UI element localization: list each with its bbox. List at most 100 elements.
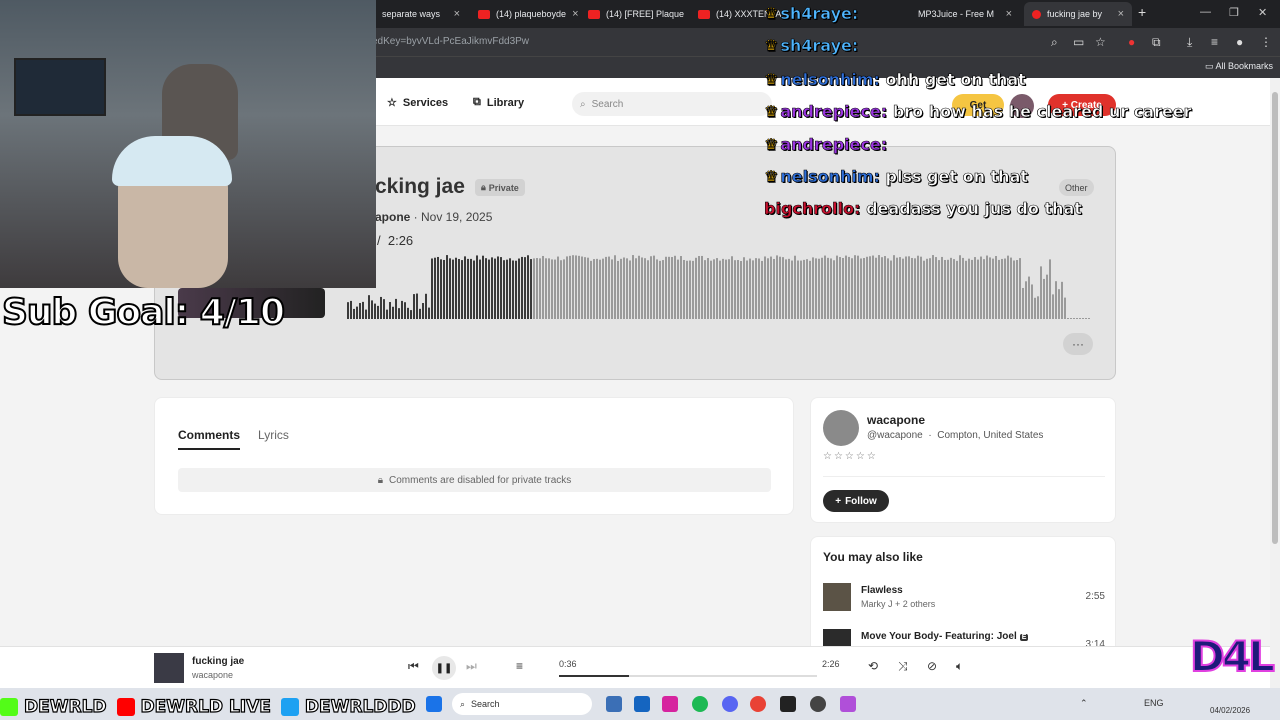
waveform-bar — [452, 259, 454, 319]
beanie — [112, 136, 232, 186]
new-tab-button[interactable]: + — [1138, 4, 1146, 20]
waveform-bar — [668, 256, 670, 319]
player-cover[interactable] — [154, 653, 184, 683]
close-icon[interactable]: × — [1118, 8, 1124, 20]
waveform-bar — [587, 257, 589, 319]
genre-badge[interactable]: Other — [1059, 179, 1094, 196]
tab-fucking-jae[interactable]: fucking jae by × — [1024, 2, 1132, 26]
profile-icon[interactable]: ● — [1236, 35, 1243, 49]
player-artist[interactable]: wacapone — [192, 670, 233, 680]
windows-start-icon[interactable] — [426, 696, 442, 712]
waveform-bar — [377, 305, 379, 319]
tab-comments[interactable]: Comments — [178, 428, 241, 450]
url-text[interactable]: edKey=byvVLd-PcEaJikmvFdd3Pw — [372, 36, 529, 47]
waveform-bar — [446, 255, 448, 319]
waveform-bar — [713, 259, 715, 319]
tray-chevron-icon[interactable]: ⌃ — [1080, 698, 1088, 709]
waveform-bar — [728, 259, 730, 319]
obs-icon[interactable] — [810, 696, 826, 712]
artist-location: Compton, United States — [937, 430, 1044, 441]
tab-plaqueboy[interactable]: (14) plaqueboyde × — [470, 2, 578, 26]
artist-avatar[interactable] — [823, 410, 859, 446]
follow-button[interactable]: + Follow — [823, 490, 889, 512]
repeat-icon[interactable]: ⟲ — [868, 659, 878, 673]
player-title[interactable]: fucking jae — [192, 656, 244, 667]
waveform-bar — [575, 255, 577, 319]
maximize-icon[interactable]: ❐ — [1229, 6, 1239, 19]
cast-icon[interactable]: ⊘ — [927, 659, 937, 673]
pause-button[interactable]: ❚❚ — [432, 656, 456, 680]
waveform-bar — [518, 258, 520, 319]
tab-mp3juice[interactable]: MP3Juice - Free M × — [910, 2, 1020, 26]
extension-record-icon[interactable]: ● — [1128, 35, 1135, 49]
artist-name[interactable]: wacapone — [867, 413, 925, 427]
scroll-thumb[interactable] — [1272, 92, 1278, 544]
close-icon[interactable]: × — [572, 8, 578, 20]
waveform-bar — [1049, 259, 1051, 319]
waveform-bar — [752, 260, 754, 319]
waveform-bar — [986, 255, 988, 319]
app-icon[interactable] — [780, 696, 796, 712]
tab-free-plaque[interactable]: (14) [FREE] Plaque × — [580, 2, 688, 26]
waveform-bar — [968, 258, 970, 319]
previous-icon[interactable]: ⏮ — [408, 659, 419, 674]
waveform-bar — [458, 259, 460, 319]
waveform-bar — [677, 259, 679, 319]
instagram-icon[interactable] — [662, 696, 678, 712]
waveform-bar — [1061, 281, 1063, 319]
volume-icon[interactable]: 🔈︎ — [956, 659, 963, 674]
waveform-bar — [404, 302, 406, 319]
waveform-bar — [824, 255, 826, 319]
list-item[interactable]: Flawless Marky J + 2 others 2:55 — [823, 583, 1105, 613]
media-icon[interactable]: ≡ — [1211, 35, 1218, 49]
close-window-icon[interactable]: ✕ — [1258, 6, 1267, 19]
waveform[interactable] — [347, 253, 1093, 319]
search-input[interactable]: ⌕ Search — [572, 92, 772, 116]
close-icon[interactable]: × — [454, 8, 460, 20]
waveform-bar — [890, 260, 892, 319]
discord-icon[interactable] — [722, 696, 738, 712]
minimize-icon[interactable]: — — [1200, 6, 1211, 18]
progress-bar[interactable] — [559, 675, 817, 677]
chrome-icon[interactable] — [750, 696, 766, 712]
tab-separate-ways[interactable]: separate ways × — [374, 2, 468, 26]
chat-message: bigchrollo: deadass you jus do that — [764, 199, 1083, 219]
waveform-bar — [374, 303, 376, 319]
waveform-bar — [989, 257, 991, 319]
waveform-bar — [932, 255, 934, 319]
crown-icon: ♛ — [764, 167, 779, 187]
scrollbar[interactable] — [1270, 78, 1280, 688]
waveform-bar — [395, 298, 397, 319]
waveform-bar — [515, 260, 517, 319]
nav-library[interactable]: ⧉ Library — [473, 96, 524, 109]
track-artist[interactable]: apone — [375, 210, 410, 224]
tab-label: fucking jae by — [1047, 9, 1103, 19]
track-title: cking jae — [375, 175, 465, 198]
spotify-icon[interactable] — [692, 696, 708, 712]
more-button[interactable]: ··· — [1063, 333, 1093, 355]
taskbar-search[interactable]: ⌕ Search — [452, 693, 592, 715]
store-icon[interactable] — [634, 696, 650, 712]
close-icon[interactable]: × — [1006, 8, 1012, 20]
download-icon[interactable]: ⤓ — [1187, 35, 1192, 50]
zoom-icon[interactable]: ⌕ — [1051, 35, 1058, 50]
language-indicator[interactable]: ENG — [1144, 698, 1164, 708]
date-text[interactable]: 04/02/2026 — [1210, 706, 1250, 715]
waveform-bar — [725, 259, 727, 319]
task-view-icon[interactable] — [606, 696, 622, 712]
waveform-bar — [659, 260, 661, 319]
extensions-icon[interactable]: ⧉ — [1152, 35, 1161, 50]
next-icon[interactable]: ⏭ — [466, 659, 477, 674]
waveform-bar — [965, 260, 967, 319]
all-bookmarks[interactable]: ▭ All Bookmarks — [1205, 61, 1273, 72]
app-icon[interactable] — [840, 696, 856, 712]
tab-label: (14) plaqueboyde — [496, 9, 567, 19]
waveform-bar — [644, 258, 646, 319]
cast-icon[interactable]: ▭ — [1073, 35, 1084, 49]
bookmark-star-icon[interactable]: ☆ — [1095, 35, 1106, 49]
nav-services[interactable]: ☆ Services — [387, 96, 448, 110]
menu-icon[interactable]: ⋮ — [1260, 35, 1272, 49]
shuffle-icon[interactable]: ⤨ — [898, 659, 908, 674]
queue-icon[interactable]: ≡ — [516, 659, 523, 673]
tab-lyrics[interactable]: Lyrics — [258, 428, 289, 450]
